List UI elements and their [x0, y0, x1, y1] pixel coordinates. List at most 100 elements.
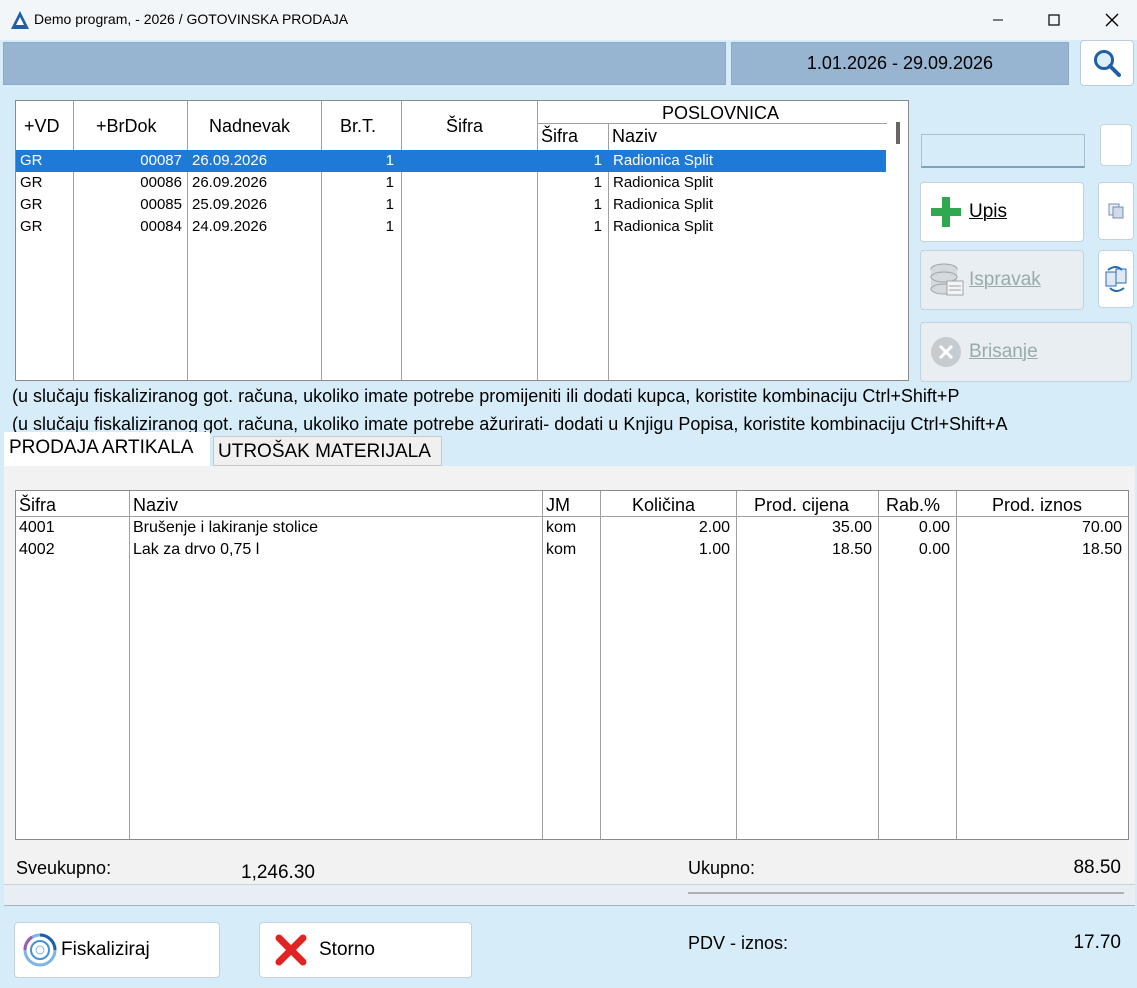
cell-naziv: Lak za drvo 0,75 l: [133, 541, 260, 558]
cell-pos-sifra: 1: [593, 174, 602, 191]
col-header-kolicina[interactable]: Količina: [632, 495, 695, 516]
ispravak-button[interactable]: Ispravak: [920, 250, 1084, 310]
cell-brt: 1: [385, 152, 394, 169]
col-header-sifra[interactable]: Šifra: [19, 495, 56, 516]
col-header-rabat[interactable]: Rab.%: [886, 495, 940, 516]
note-ctrl-shift-p: (u slučaju fiskaliziranog got. računa, u…: [12, 386, 960, 406]
col-header-poslovnica: POSLOVNICA: [662, 103, 780, 123]
sveukupno-label: Sveukupno:: [16, 858, 112, 878]
transfer-icon: [1105, 266, 1127, 292]
date-range[interactable]: 1.01.2026 - 29.09.2026: [731, 42, 1069, 85]
table-row[interactable]: 4002 Lak za drvo 0,75 l kom 1.00 18.50 0…: [16, 539, 1128, 561]
col-header-pos-naziv[interactable]: Naziv: [612, 126, 657, 147]
cell-vd: GR: [20, 174, 43, 191]
sveukupno-value: 1,246.30: [241, 862, 315, 883]
cell-pos-naziv: Radionica Split: [613, 218, 714, 235]
col-header-pos-sifra[interactable]: Šifra: [541, 126, 578, 147]
pdv-label: PDV - iznos:: [688, 933, 789, 953]
column-divider: [401, 101, 402, 380]
storno-label: Storno: [319, 939, 375, 960]
col-header-prod-cijena[interactable]: Prod. cijena: [754, 495, 849, 516]
filter-input[interactable]: [921, 134, 1085, 168]
table-row[interactable]: GR 00085 25.09.2026 1 1 Radionica Split: [16, 194, 886, 216]
fiskaliziraj-button[interactable]: Fiskaliziraj: [14, 922, 220, 978]
cell-nadnevak: 26.09.2026: [192, 152, 268, 169]
window-title: Demo program, - 2026 / GOTOVINSKA PRODAJ…: [34, 11, 349, 27]
cell-prod-iznos: 70.00: [1081, 519, 1122, 536]
cell-pos-sifra: 1: [593, 152, 602, 169]
cell-rabat: 0.00: [918, 519, 950, 536]
cell-brdok: 00087: [140, 152, 182, 169]
cell-sifra: 4002: [19, 541, 55, 558]
cell-vd: GR: [20, 152, 43, 169]
table-row[interactable]: 4001 Brušenje i lakiranje stolice kom 2.…: [16, 517, 1128, 539]
cell-pos-naziv: Radionica Split: [613, 152, 714, 169]
maximize-button[interactable]: [1032, 6, 1076, 34]
ispravak-label: Ispravak: [969, 269, 1041, 290]
col-header-sifra[interactable]: Šifra: [446, 116, 483, 137]
copy-button[interactable]: [1098, 182, 1134, 240]
brisanje-label: Brisanje: [969, 341, 1038, 362]
delete-icon: [927, 333, 965, 371]
vertical-scrollbar-thumb[interactable]: [896, 122, 900, 144]
upis-label: Upis: [969, 201, 1008, 222]
search-button[interactable]: [1080, 40, 1134, 86]
pdv-value: 17.70: [1073, 932, 1121, 953]
cell-vd: GR: [20, 196, 43, 213]
cell-naziv: Brušenje i lakiranje stolice: [133, 519, 318, 536]
cell-sifra: 4001: [19, 519, 55, 536]
cell-jm: kom: [546, 541, 577, 558]
close-button[interactable]: [1090, 6, 1134, 34]
copy-icon: [1108, 203, 1124, 219]
brisanje-button[interactable]: Brisanje: [920, 322, 1132, 382]
cell-nadnevak: 26.09.2026: [192, 174, 268, 191]
cell-pos-sifra: 1: [593, 218, 602, 235]
col-header-jm[interactable]: JM: [546, 495, 570, 516]
close-icon: [1105, 13, 1119, 27]
fiscal-icon: [19, 929, 61, 971]
filter-option-button[interactable]: [1100, 124, 1132, 166]
items-table[interactable]: Šifra Naziv JM Količina Prod. cijena Rab…: [15, 490, 1129, 840]
cell-kolicina: 2.00: [698, 519, 730, 536]
search-icon: [1094, 50, 1121, 77]
cell-vd: GR: [20, 218, 43, 235]
cell-jm: kom: [546, 519, 577, 536]
ukupno-value: 88.50: [1073, 857, 1121, 878]
horizontal-scrollbar[interactable]: [4, 884, 1135, 906]
upis-button[interactable]: Upis: [920, 182, 1084, 242]
col-header-brdok[interactable]: +BrDok: [96, 116, 157, 137]
documents-table[interactable]: +VD +BrDok Nadnevak Br.T. Šifra POSLOVNI…: [15, 100, 909, 381]
cell-prod-iznos: 18.50: [1081, 541, 1122, 558]
transfer-button[interactable]: [1098, 250, 1134, 308]
title-bar: Demo program, - 2026 / GOTOVINSKA PRODAJ…: [0, 0, 1137, 40]
cell-brdok: 00086: [140, 174, 182, 191]
col-header-nadnevak[interactable]: Nadnevak: [209, 116, 290, 137]
col-header-vd[interactable]: +VD: [24, 116, 60, 137]
cell-brdok: 00085: [140, 196, 182, 213]
cell-pos-sifra: 1: [593, 196, 602, 213]
ukupno-label: Ukupno:: [688, 858, 756, 878]
minimize-button[interactable]: [976, 6, 1020, 34]
table-row[interactable]: GR 00084 24.09.2026 1 1 Radionica Split: [16, 216, 886, 238]
database-icon: [927, 261, 965, 299]
cell-nadnevak: 25.09.2026: [192, 196, 268, 213]
cell-prod-cijena: 35.00: [831, 519, 872, 536]
col-header-prod-iznos[interactable]: Prod. iznos: [992, 495, 1082, 516]
storno-button[interactable]: Storno: [259, 922, 472, 978]
tab-utrosak-materijala[interactable]: UTROŠAK MATERIJALA: [213, 436, 442, 466]
storno-x-icon: [268, 929, 314, 971]
cell-brt: 1: [385, 218, 394, 235]
table-row[interactable]: GR 00086 26.09.2026 1 1 Radionica Split: [16, 172, 886, 194]
column-divider: [321, 101, 322, 380]
minimize-icon: [993, 19, 1003, 21]
col-header-brt[interactable]: Br.T.: [340, 116, 376, 137]
tab-prodaja-artikala[interactable]: PRODAJA ARTIKALA: [4, 432, 210, 466]
cell-brt: 1: [385, 196, 394, 213]
col-header-naziv[interactable]: Naziv: [133, 495, 178, 516]
table-row[interactable]: GR 00087 26.09.2026 1 1 Radionica Split: [16, 150, 886, 172]
cell-pos-naziv: Radionica Split: [613, 174, 714, 191]
cell-brt: 1: [385, 174, 394, 191]
maximize-icon: [1048, 14, 1060, 26]
plus-icon: [927, 193, 965, 231]
fiskaliziraj-label: Fiskaliziraj: [61, 939, 150, 960]
